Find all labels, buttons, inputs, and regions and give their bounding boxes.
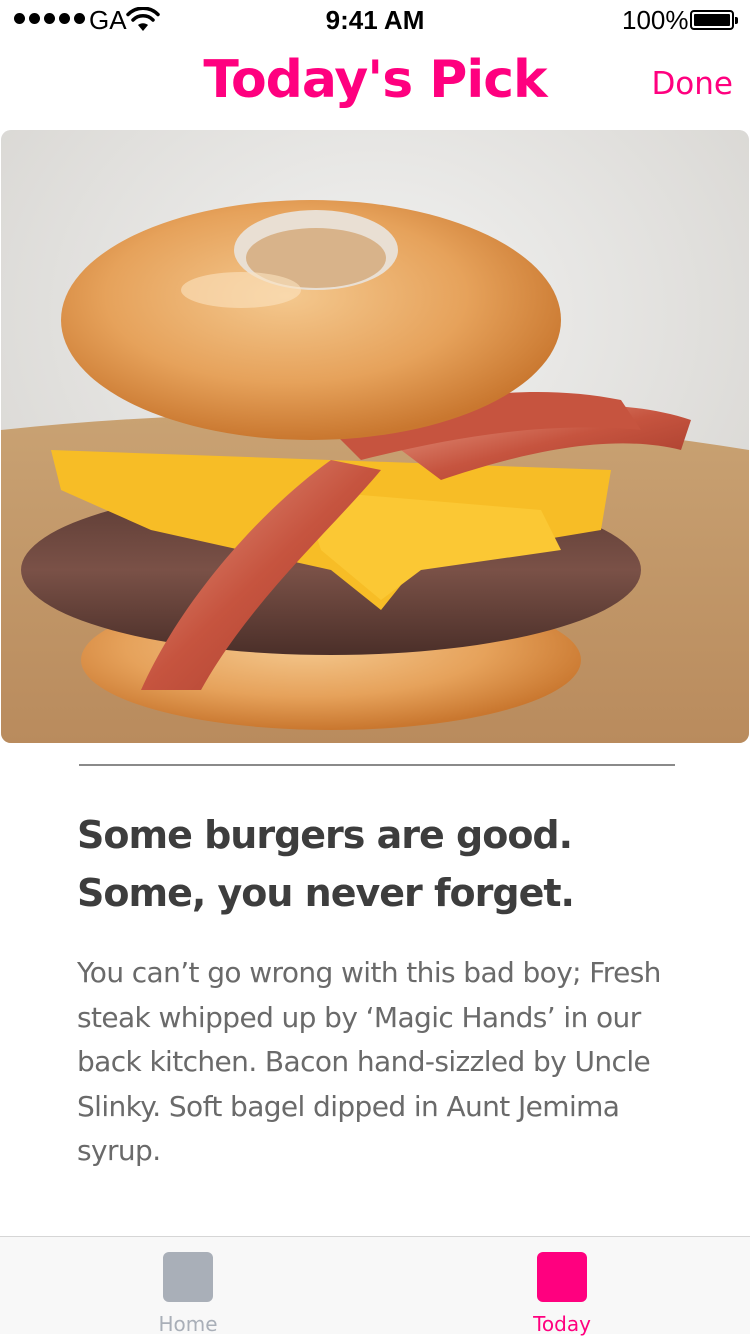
- hero-image: [1, 130, 749, 743]
- tab-label-today: Today: [533, 1312, 591, 1336]
- home-tab-icon: [163, 1252, 213, 1302]
- done-button[interactable]: Done: [651, 66, 733, 102]
- divider: [79, 764, 675, 766]
- tab-today[interactable]: Today: [492, 1237, 632, 1336]
- article-headline: Some burgers are good. Some, you never f…: [77, 813, 575, 915]
- battery-percentage: 100%: [622, 5, 689, 35]
- burger-illustration: [1, 130, 749, 743]
- tab-bar: Home Today: [0, 1236, 750, 1336]
- battery-icon: [690, 10, 738, 30]
- status-bar: GA 9:41 AM 100%: [0, 0, 750, 40]
- tab-home[interactable]: Home: [118, 1237, 258, 1336]
- tab-label-home: Home: [158, 1312, 218, 1336]
- page-title: Today's Pick: [203, 50, 547, 110]
- article-body: You can’t go wrong with this bad boy; Fr…: [77, 956, 661, 1167]
- today-tab-icon: [537, 1252, 587, 1302]
